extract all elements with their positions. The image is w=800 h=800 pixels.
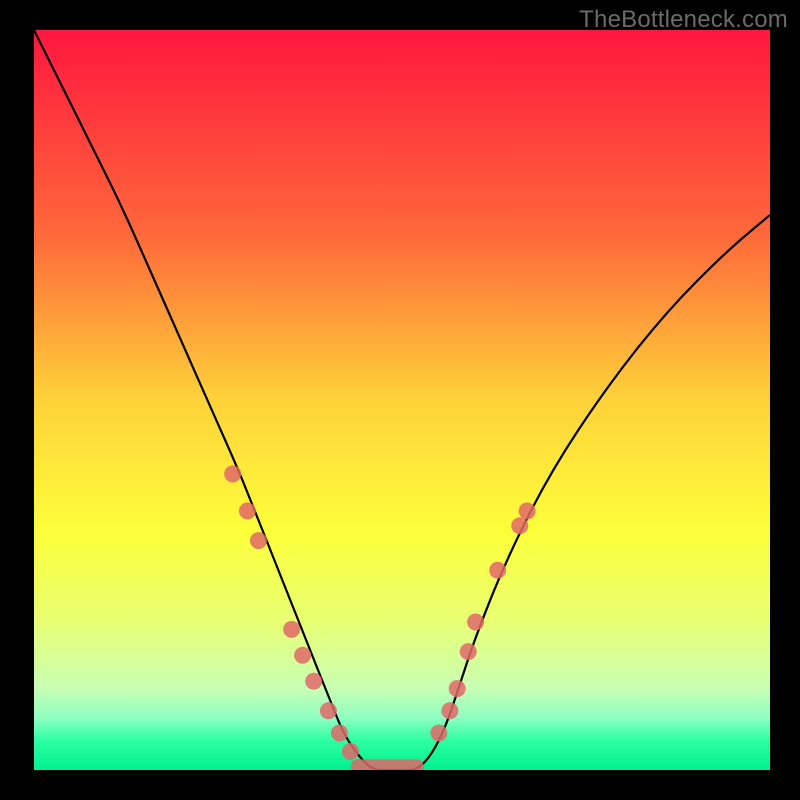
curve-marker [430,725,447,742]
bottleneck-curve [34,30,770,770]
curve-marker [449,680,466,697]
curve-marker [331,725,348,742]
curve-marker [467,614,484,631]
curve-marker [283,621,300,638]
curve-marker [489,562,506,579]
curve-marker [305,673,322,690]
curve-marker [294,647,311,664]
watermark-text: TheBottleneck.com [579,6,788,34]
curve-marker [511,517,528,534]
curve-marker [224,466,241,483]
curve-marker [460,643,477,660]
chart-frame: TheBottleneck.com [0,0,800,800]
curve-marker [441,702,458,719]
curve-markers [224,466,535,761]
curve-marker [250,532,267,549]
chart-svg [34,30,770,770]
curve-marker [519,503,536,520]
curve-marker [320,702,337,719]
chart-plot-area [34,30,770,770]
curve-marker [342,743,359,760]
curve-marker [239,503,256,520]
